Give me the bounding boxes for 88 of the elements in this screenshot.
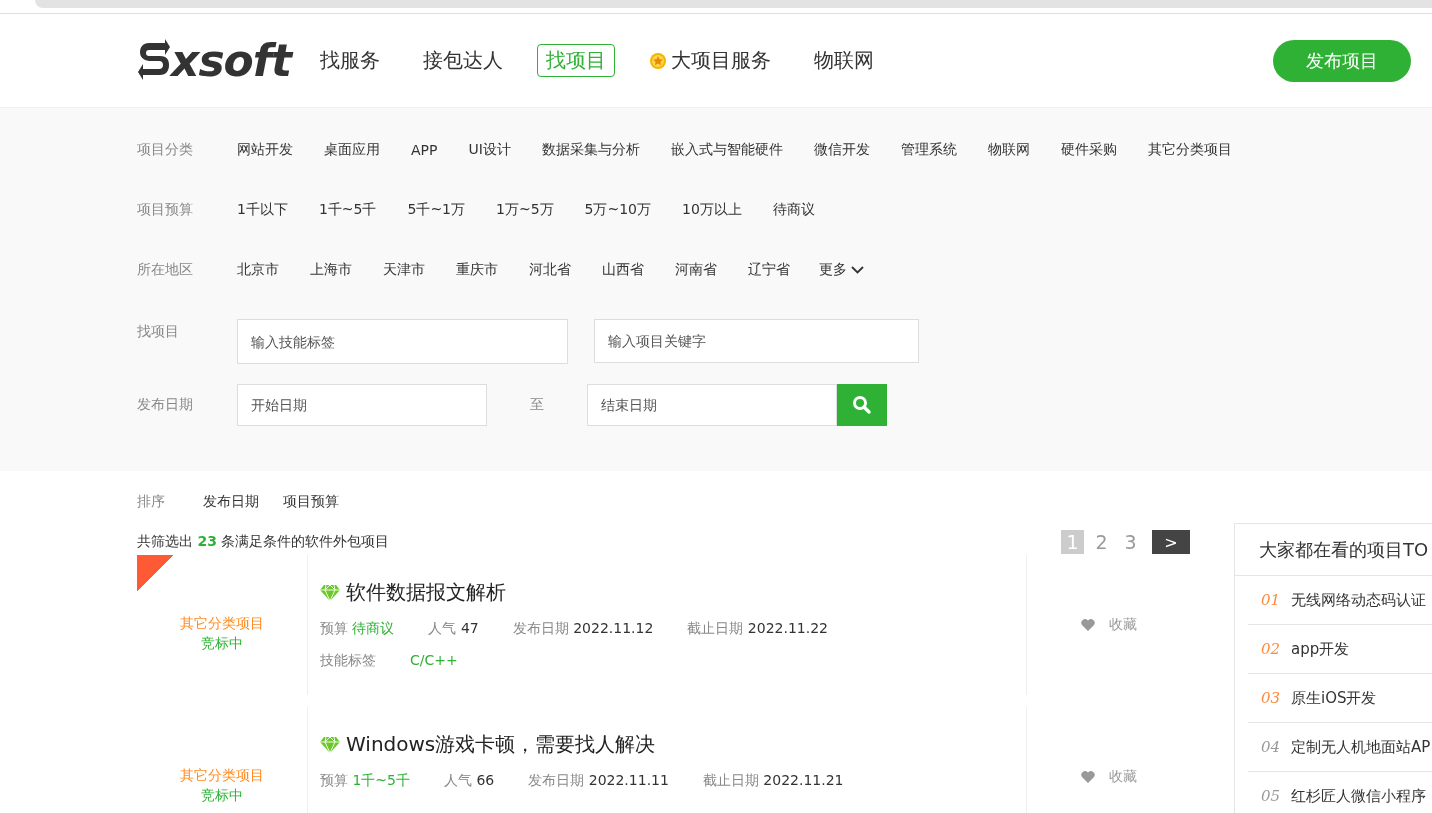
rank-number: 04 bbox=[1261, 738, 1282, 756]
deadline-label: 截止日期 bbox=[687, 620, 744, 636]
project-title[interactable]: Windows游戏卡顿，需要找人解决 bbox=[346, 731, 656, 758]
diamond-icon bbox=[320, 583, 340, 602]
sort-option[interactable]: 发布日期 bbox=[203, 493, 259, 511]
filter-option[interactable]: 其它分类项目 bbox=[1147, 141, 1232, 159]
sort-label: 排序 bbox=[137, 493, 165, 511]
status-text: 竞标中 bbox=[201, 635, 243, 653]
deadline-label: 截止日期 bbox=[702, 772, 759, 788]
panel-title: 大家都在看的项目TO bbox=[1235, 524, 1432, 576]
rank-number: 02 bbox=[1261, 640, 1282, 658]
filter-option[interactable]: UI设计 bbox=[468, 141, 511, 159]
filter-option[interactable]: 1万~5万 bbox=[496, 201, 554, 219]
deadline-value: 2022.11.21 bbox=[763, 772, 844, 788]
chevron-down-icon bbox=[851, 266, 864, 274]
project-link[interactable]: 无线网络动态码认证 bbox=[1291, 590, 1426, 610]
nav-tab[interactable]: 找服务 bbox=[311, 44, 389, 77]
filter-option[interactable]: 桌面应用 bbox=[324, 141, 380, 159]
project-link[interactable]: 红杉匠人微信小程序 bbox=[1291, 786, 1426, 806]
filter-option[interactable]: 河北省 bbox=[529, 261, 571, 279]
posted-date-label: 发布日期 bbox=[512, 620, 569, 636]
popularity-label: 人气 bbox=[428, 620, 457, 636]
popularity-label: 人气 bbox=[444, 772, 472, 788]
posted-date-value: 2022.11.11 bbox=[588, 772, 669, 788]
filter-option[interactable]: 硬件采购 bbox=[1060, 141, 1117, 159]
popularity-value: 47 bbox=[460, 620, 479, 636]
filter-option[interactable]: 上海市 bbox=[310, 261, 352, 279]
diamond-icon bbox=[320, 735, 340, 754]
filter-option[interactable]: 物联网 bbox=[987, 141, 1030, 159]
filter-label: 所在地区 bbox=[137, 261, 194, 279]
budget-value: 1千~5千 bbox=[352, 772, 410, 788]
filter-option[interactable]: 1千以下 bbox=[237, 201, 288, 219]
budget-label: 预算 bbox=[320, 772, 348, 788]
next-page-button[interactable]: > bbox=[1152, 530, 1190, 554]
heart-icon bbox=[1080, 619, 1095, 631]
date-label: 发布日期 bbox=[137, 396, 194, 414]
filter-label: 项目预算 bbox=[137, 201, 194, 219]
filter-option[interactable]: 微信开发 bbox=[813, 141, 870, 159]
more-link[interactable]: 更多 bbox=[819, 261, 864, 279]
filter-option[interactable]: 10万以上 bbox=[682, 201, 742, 219]
rank-number: 03 bbox=[1261, 689, 1282, 707]
filter-option[interactable]: 重庆市 bbox=[456, 261, 498, 279]
posted-date-label: 发布日期 bbox=[528, 772, 585, 788]
filter-option[interactable]: 嵌入式与智能硬件 bbox=[670, 141, 783, 159]
posted-date-value: 2022.11.12 bbox=[573, 620, 654, 636]
result-count-text: 共筛选出 23 条满足条件的软件外包项目 bbox=[137, 533, 390, 551]
filter-option[interactable]: 辽宁省 bbox=[748, 261, 790, 279]
filter-option[interactable]: 数据采集与分析 bbox=[541, 141, 640, 159]
date-field[interactable]: 结束日期 bbox=[587, 384, 837, 426]
star-icon bbox=[649, 51, 667, 70]
filter-option[interactable]: APP bbox=[411, 142, 438, 158]
nav-tab[interactable]: 接包达人 bbox=[414, 44, 512, 77]
input-field[interactable]: 输入技能标签 bbox=[237, 319, 568, 364]
date-separator: 至 bbox=[529, 396, 545, 414]
popularity-value: 66 bbox=[476, 772, 495, 788]
rank-number: 05 bbox=[1261, 787, 1282, 805]
deadline-value: 2022.11.22 bbox=[747, 620, 828, 636]
category-text: 其它分类项目 bbox=[180, 767, 264, 785]
skills-label: 技能标签 bbox=[320, 652, 376, 670]
filter-option[interactable]: 天津市 bbox=[383, 261, 425, 279]
filter-option[interactable]: 山西省 bbox=[602, 261, 644, 279]
rank-number: 01 bbox=[1261, 591, 1282, 609]
project-link[interactable]: 定制无人机地面站AP bbox=[1291, 737, 1431, 757]
nav-tab[interactable]: 大项目服务 bbox=[640, 44, 780, 77]
project-link[interactable]: 原生iOS开发 bbox=[1291, 688, 1377, 708]
nav-tab[interactable]: 物联网 bbox=[805, 44, 883, 77]
project-link[interactable]: app开发 bbox=[1291, 639, 1350, 659]
input-field[interactable]: 输入项目关键字 bbox=[594, 319, 919, 363]
category-text: 其它分类项目 bbox=[180, 615, 264, 633]
filter-option[interactable]: 1千~5千 bbox=[318, 201, 377, 219]
filter-option[interactable]: 待商议 bbox=[772, 201, 815, 219]
project-title[interactable]: 软件数据报文解析 bbox=[346, 579, 506, 606]
filter-option[interactable]: 5千~1万 bbox=[407, 201, 465, 219]
filter-option[interactable]: 管理系统 bbox=[900, 141, 957, 159]
heart-icon bbox=[1080, 771, 1095, 783]
filter-label: 项目分类 bbox=[137, 141, 194, 159]
status-text: 竞标中 bbox=[201, 787, 243, 805]
filter-option[interactable]: 北京市 bbox=[237, 261, 279, 279]
search-label: 找项目 bbox=[137, 322, 180, 341]
search-button[interactable] bbox=[837, 384, 887, 426]
filter-option[interactable]: 网站开发 bbox=[237, 141, 293, 159]
search-icon bbox=[852, 395, 872, 415]
budget-value: 待商议 bbox=[352, 620, 395, 636]
budget-label: 预算 bbox=[320, 620, 348, 636]
date-field[interactable]: 开始日期 bbox=[237, 384, 487, 426]
filter-option[interactable]: 河南省 bbox=[675, 261, 717, 279]
sort-option[interactable]: 项目预算 bbox=[283, 493, 339, 511]
filter-option[interactable]: 5万~10万 bbox=[584, 201, 651, 219]
